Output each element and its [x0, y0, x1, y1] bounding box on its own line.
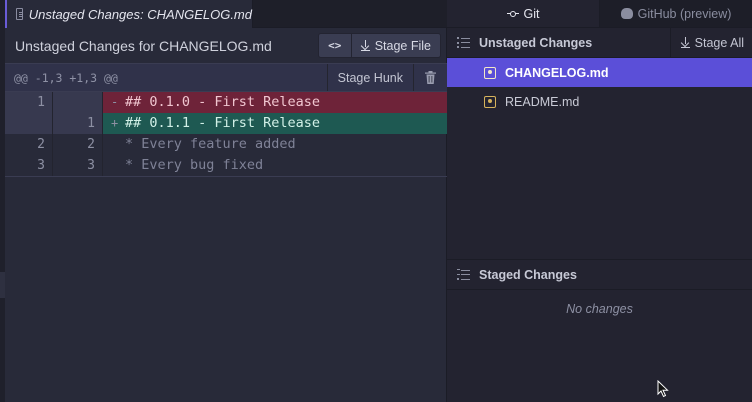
- editor-tab-bar: Unstaged Changes: CHANGELOG.md: [5, 0, 447, 28]
- unstaged-file-item[interactable]: README.md: [447, 87, 752, 116]
- discard-hunk-button[interactable]: [413, 64, 447, 91]
- open-file-button[interactable]: <>: [317, 33, 352, 58]
- stage-arrow-icon: [360, 40, 370, 51]
- stage-arrow-icon: [680, 37, 690, 48]
- github-icon: [620, 8, 633, 19]
- hunk-range: @@ -1,3 +1,3 @@: [14, 70, 118, 85]
- new-line-number: 3: [53, 155, 103, 176]
- tab-title: Unstaged Changes: CHANGELOG.md: [28, 6, 252, 22]
- diff-line-added[interactable]: 1 + ## 0.1.1 - First Release: [5, 113, 447, 134]
- diff-line-context[interactable]: 3 3 * Every bug fixed: [5, 155, 447, 176]
- diff-sign: +: [111, 116, 119, 130]
- file-name: CHANGELOG.md: [505, 65, 609, 80]
- diff-sign: -: [111, 95, 119, 109]
- stage-hunk-button[interactable]: Stage Hunk: [326, 64, 413, 91]
- unstaged-file-item[interactable]: CHANGELOG.md: [447, 58, 752, 87]
- old-line-number: [5, 113, 53, 134]
- unstaged-changes-title: Unstaged Changes: [479, 35, 593, 50]
- git-commit-icon: [506, 10, 519, 18]
- tasklist-icon: [457, 269, 471, 280]
- list-unordered-icon: [457, 37, 471, 48]
- stage-all-button[interactable]: Stage All: [669, 28, 752, 57]
- file-modified-icon: [484, 66, 496, 79]
- unstaged-changes-header: Unstaged Changes Stage All: [447, 28, 752, 58]
- mouse-cursor-icon: [657, 380, 669, 398]
- new-line-number: 1: [53, 113, 103, 134]
- diff-line-text: * Every feature added: [125, 136, 296, 152]
- file-text-icon: [16, 8, 23, 20]
- old-line-number: 2: [5, 134, 53, 155]
- trash-icon: [425, 71, 436, 84]
- diff-editor-pane: Unstaged Changes: CHANGELOG.md Unstaged …: [0, 0, 447, 402]
- diff-header: Unstaged Changes for CHANGELOG.md <> Sta…: [5, 29, 447, 63]
- hunk-header: @@ -1,3 +1,3 @@ Stage Hunk: [5, 63, 447, 92]
- staged-changes-header: Staged Changes: [447, 260, 752, 290]
- file-modified-icon: [484, 95, 496, 108]
- new-line-number: [53, 92, 103, 113]
- new-line-number: 2: [53, 134, 103, 155]
- git-panel: Git GitHub (preview) Unstaged Changes St…: [447, 0, 752, 402]
- diff-line-text: ## 0.1.1 - First Release: [125, 115, 321, 131]
- no-changes-message: No changes: [566, 302, 633, 316]
- stage-file-button[interactable]: Stage File: [351, 33, 441, 58]
- tab-git[interactable]: Git: [447, 0, 599, 27]
- diff-title: Unstaged Changes for CHANGELOG.md: [15, 38, 272, 54]
- tab-github[interactable]: GitHub (preview): [599, 0, 752, 27]
- old-line-number: 1: [5, 92, 53, 113]
- staged-changes-title: Staged Changes: [479, 267, 577, 282]
- git-panel-tabs: Git GitHub (preview): [447, 0, 752, 28]
- diff-line-context[interactable]: 2 2 * Every feature added: [5, 134, 447, 155]
- file-name: README.md: [505, 94, 580, 109]
- diff-actions: <> Stage File: [317, 33, 441, 58]
- diff-line-text: ## 0.1.0 - First Release: [125, 94, 321, 110]
- diff-line-deleted[interactable]: 1 - ## 0.1.0 - First Release: [5, 92, 447, 113]
- diff-line-text: * Every bug fixed: [125, 157, 264, 173]
- tab-unstaged-changes[interactable]: Unstaged Changes: CHANGELOG.md: [5, 0, 253, 28]
- old-line-number: 3: [5, 155, 53, 176]
- diff-lines: 1 - ## 0.1.0 - First Release 1 + ## 0.1.1 …: [5, 92, 447, 177]
